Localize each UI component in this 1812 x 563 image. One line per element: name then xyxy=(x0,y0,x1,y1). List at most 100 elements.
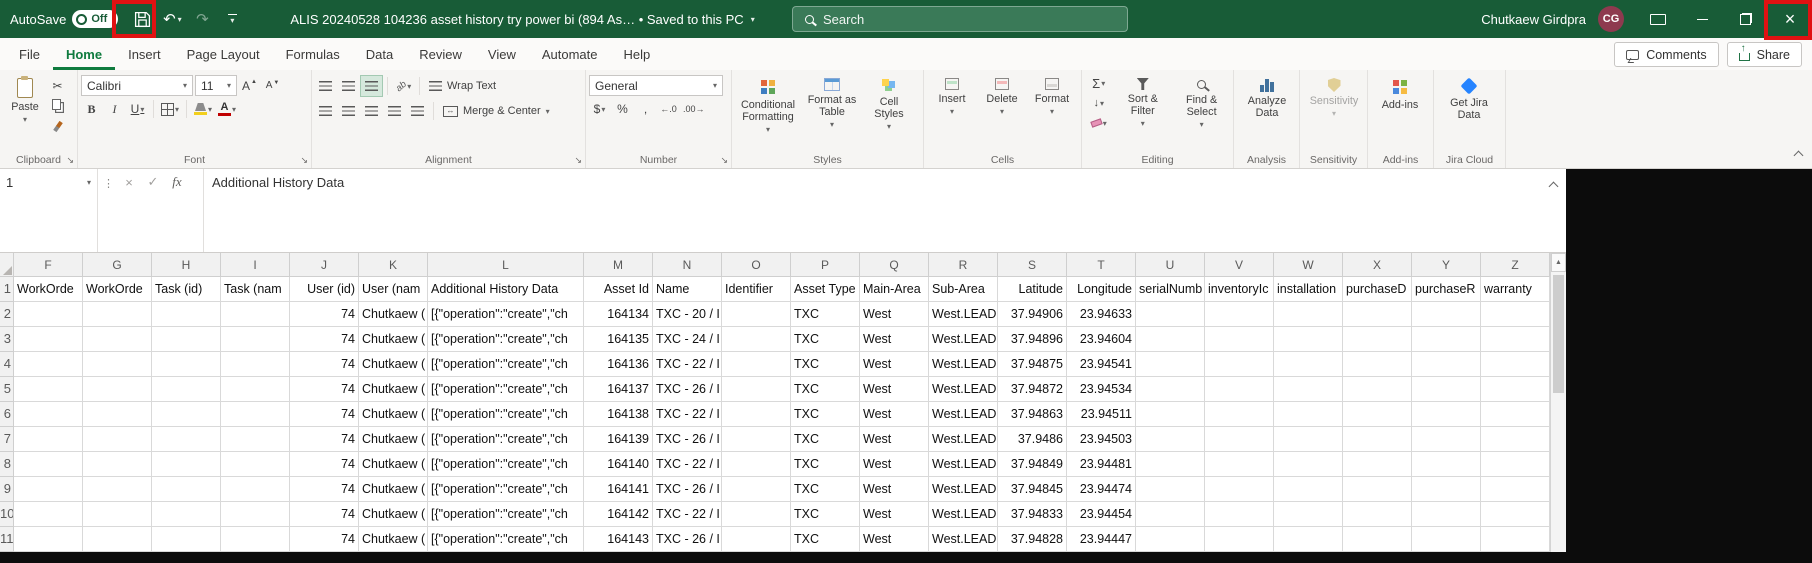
autosum-button[interactable]: Σ▾ xyxy=(1085,73,1112,93)
cell-P8[interactable]: TXC xyxy=(791,452,860,477)
cell-M6[interactable]: 164138 xyxy=(584,402,653,427)
cell-F9[interactable] xyxy=(14,477,83,502)
cell-G2[interactable] xyxy=(83,302,152,327)
tab-page-layout[interactable]: Page Layout xyxy=(174,38,273,70)
cell-L10[interactable]: [{"operation":"create","ch xyxy=(428,502,584,527)
clipboard-dialog-launcher-icon[interactable]: ↘ xyxy=(66,156,74,165)
cell-O8[interactable] xyxy=(722,452,791,477)
cell-S5[interactable]: 37.94872 xyxy=(998,377,1067,402)
font-size-select[interactable]: 11 ▾ xyxy=(195,75,237,96)
cell-Q11[interactable]: West xyxy=(860,527,929,552)
cell-U2[interactable] xyxy=(1136,302,1205,327)
alignment-dialog-launcher-icon[interactable]: ↘ xyxy=(574,156,582,165)
cell-O10[interactable] xyxy=(722,502,791,527)
cell-Y10[interactable] xyxy=(1412,502,1481,527)
cell-H4[interactable] xyxy=(152,352,221,377)
cell-G1[interactable]: WorkOrde xyxy=(83,277,152,302)
row-header-2[interactable]: 2 xyxy=(0,302,14,327)
row-header-10[interactable]: 10 xyxy=(0,502,14,527)
cell-Q5[interactable]: West xyxy=(860,377,929,402)
increase-decimal-button[interactable]: ←.0 xyxy=(658,99,679,119)
cell-Q10[interactable]: West xyxy=(860,502,929,527)
cell-G7[interactable] xyxy=(83,427,152,452)
cell-P1[interactable]: Asset Type xyxy=(791,277,860,302)
cell-K2[interactable]: Chutkaew ( xyxy=(359,302,428,327)
cell-N3[interactable]: TXC - 24 / I xyxy=(653,327,722,352)
number-dialog-launcher-icon[interactable]: ↘ xyxy=(720,156,728,165)
cell-U1[interactable]: serialNumb xyxy=(1136,277,1205,302)
font-color-button[interactable]: A ▾ xyxy=(216,99,238,119)
cell-V2[interactable] xyxy=(1205,302,1274,327)
autosave-toggle[interactable]: AutoSave Off xyxy=(10,10,118,28)
align-right-button[interactable] xyxy=(361,101,382,121)
cell-F6[interactable] xyxy=(14,402,83,427)
cell-R6[interactable]: West.LEAD xyxy=(929,402,998,427)
row-header-11[interactable]: 11 xyxy=(0,527,14,552)
paste-button[interactable]: Paste ▾ xyxy=(3,73,47,151)
cell-Y6[interactable] xyxy=(1412,402,1481,427)
cell-S3[interactable]: 37.94896 xyxy=(998,327,1067,352)
cell-O6[interactable] xyxy=(722,402,791,427)
user-avatar[interactable]: CG xyxy=(1598,6,1624,32)
cell-T10[interactable]: 23.94454 xyxy=(1067,502,1136,527)
cell-R11[interactable]: West.LEAD xyxy=(929,527,998,552)
cell-M9[interactable]: 164141 xyxy=(584,477,653,502)
cell-L11[interactable]: [{"operation":"create","ch xyxy=(428,527,584,552)
cell-Y1[interactable]: purchaseR xyxy=(1412,277,1481,302)
cell-M10[interactable]: 164142 xyxy=(584,502,653,527)
merge-center-button[interactable]: ↔ Merge & Center ▾ xyxy=(439,100,554,122)
cell-X7[interactable] xyxy=(1343,427,1412,452)
column-header-H[interactable]: H xyxy=(152,253,221,277)
cell-H10[interactable] xyxy=(152,502,221,527)
increase-indent-button[interactable] xyxy=(407,101,428,121)
top-align-button[interactable] xyxy=(315,76,336,96)
cell-Z9[interactable] xyxy=(1481,477,1550,502)
cell-F1[interactable]: WorkOrde xyxy=(14,277,83,302)
cell-G11[interactable] xyxy=(83,527,152,552)
tab-home[interactable]: Home xyxy=(53,38,115,70)
cell-G5[interactable] xyxy=(83,377,152,402)
cell-K1[interactable]: User (nam xyxy=(359,277,428,302)
cell-S1[interactable]: Latitude xyxy=(998,277,1067,302)
cell-O7[interactable] xyxy=(722,427,791,452)
column-header-N[interactable]: N xyxy=(653,253,722,277)
cell-K11[interactable]: Chutkaew ( xyxy=(359,527,428,552)
cell-Q4[interactable]: West xyxy=(860,352,929,377)
cell-Z8[interactable] xyxy=(1481,452,1550,477)
row-header-5[interactable]: 5 xyxy=(0,377,14,402)
cell-J1[interactable]: User (id) xyxy=(290,277,359,302)
cell-J8[interactable]: 74 xyxy=(290,452,359,477)
cell-V3[interactable] xyxy=(1205,327,1274,352)
cell-W9[interactable] xyxy=(1274,477,1343,502)
cell-K7[interactable]: Chutkaew ( xyxy=(359,427,428,452)
enter-button[interactable]: ✓ xyxy=(142,172,164,192)
cell-Q3[interactable]: West xyxy=(860,327,929,352)
cell-S4[interactable]: 37.94875 xyxy=(998,352,1067,377)
cell-U4[interactable] xyxy=(1136,352,1205,377)
font-dialog-launcher-icon[interactable]: ↘ xyxy=(300,156,308,165)
cell-I5[interactable] xyxy=(221,377,290,402)
cell-P3[interactable]: TXC xyxy=(791,327,860,352)
cell-Z10[interactable] xyxy=(1481,502,1550,527)
cell-X3[interactable] xyxy=(1343,327,1412,352)
cell-P11[interactable]: TXC xyxy=(791,527,860,552)
cell-L3[interactable]: [{"operation":"create","ch xyxy=(428,327,584,352)
cell-P10[interactable]: TXC xyxy=(791,502,860,527)
cell-N5[interactable]: TXC - 26 / I xyxy=(653,377,722,402)
cell-Y11[interactable] xyxy=(1412,527,1481,552)
cell-F8[interactable] xyxy=(14,452,83,477)
row-header-9[interactable]: 9 xyxy=(0,477,14,502)
format-as-table-button[interactable]: Format as Table ▾ xyxy=(801,73,863,151)
cell-W6[interactable] xyxy=(1274,402,1343,427)
cell-V11[interactable] xyxy=(1205,527,1274,552)
cell-M2[interactable]: 164134 xyxy=(584,302,653,327)
ribbon-display-options-button[interactable] xyxy=(1636,0,1680,38)
tab-help[interactable]: Help xyxy=(611,38,664,70)
row-header-3[interactable]: 3 xyxy=(0,327,14,352)
cell-I10[interactable] xyxy=(221,502,290,527)
cell-P6[interactable]: TXC xyxy=(791,402,860,427)
undo-button[interactable]: ↶▾ xyxy=(158,4,186,34)
cell-X1[interactable]: purchaseD xyxy=(1343,277,1412,302)
cell-I1[interactable]: Task (nam xyxy=(221,277,290,302)
cell-L9[interactable]: [{"operation":"create","ch xyxy=(428,477,584,502)
